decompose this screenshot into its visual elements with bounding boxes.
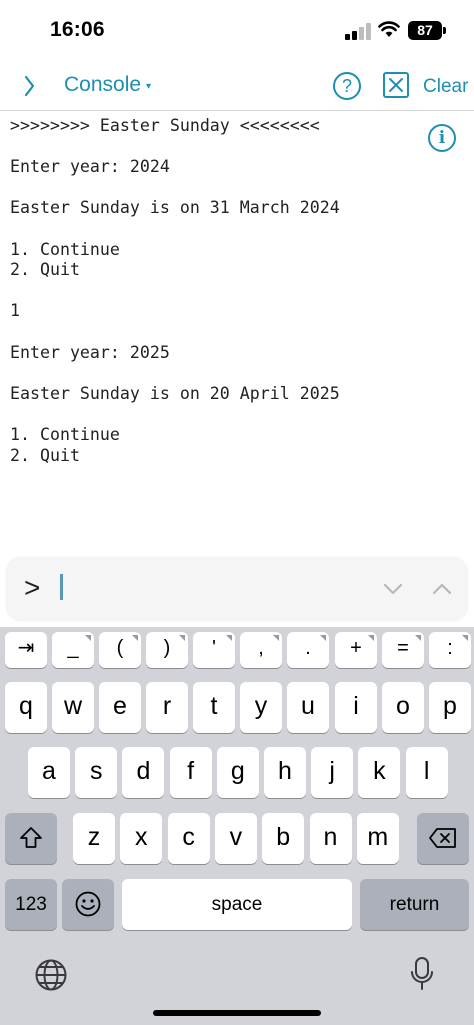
key-d[interactable]: d [122,747,165,798]
key-r[interactable]: r [146,682,188,733]
console-line: Easter Sunday is on 31 March 2024 [10,198,340,218]
key-l[interactable]: l [405,747,448,798]
console-line: >>>>>>>> Easter Sunday <<<<<<<< [10,116,320,135]
key-o[interactable]: o [382,682,424,733]
symbol-key[interactable]: ' [193,632,235,668]
shift-icon [20,827,42,848]
text-cursor [60,574,63,600]
console-line: Enter year: 2025 [10,342,170,362]
console-line: 1. Continue [10,239,120,259]
symbol-key[interactable]: ⇥ [5,632,47,668]
nav-bar: Console ▾ ? Clear [0,62,474,111]
console-line: 2. Quit [10,260,80,280]
key-f[interactable]: f [169,747,212,798]
key-k[interactable]: k [358,747,401,798]
key-y[interactable]: y [240,682,282,733]
shift-key[interactable] [5,813,57,864]
console-output: >>>>>>>> Easter Sunday <<<<<<<< Enter yea… [10,116,430,466]
console-line: 1 [10,301,20,321]
key-n[interactable]: n [309,813,352,864]
key-q[interactable]: q [5,682,47,733]
prompt-symbol: > [24,572,41,603]
key-i[interactable]: i [335,682,377,733]
key-a[interactable]: a [28,747,70,798]
chevron-right-icon[interactable] [20,72,38,100]
backspace-icon [429,828,456,848]
emoji-key[interactable] [62,879,114,930]
symbol-key[interactable]: = [382,632,424,668]
numbers-key[interactable]: 123 [5,879,57,930]
key-h[interactable]: h [264,747,306,798]
command-input-bar[interactable]: > [7,558,467,620]
wifi-icon [378,21,400,37]
cellular-signal-icon [345,22,373,40]
key-j[interactable]: j [311,747,354,798]
key-e[interactable]: e [99,682,141,733]
info-icon[interactable]: i [428,124,456,152]
console-line: Easter Sunday is on 20 April 2025 [10,383,340,403]
clear-button[interactable]: Clear [423,76,468,98]
key-x[interactable]: x [120,813,163,864]
console-line: 2. Quit [10,445,80,465]
emoji-icon [75,891,101,917]
key-g[interactable]: g [216,747,259,798]
console-line: 1. Continue [10,424,120,444]
console-menu-title[interactable]: Console [64,73,141,97]
caret-down-icon[interactable]: ▾ [146,81,151,92]
key-u[interactable]: u [287,682,329,733]
home-indicator [153,1010,321,1016]
chevron-up-icon[interactable] [432,582,452,596]
space-key[interactable]: space [122,879,352,930]
key-v[interactable]: v [214,813,257,864]
key-z[interactable]: z [73,813,115,864]
symbol-key[interactable]: _ [52,632,94,668]
key-s[interactable]: s [75,747,118,798]
status-bar: 16:06 87 [0,0,474,62]
battery-tip [443,27,446,34]
symbol-key[interactable]: , [240,632,282,668]
key-c[interactable]: c [167,813,210,864]
key-p[interactable]: p [429,682,471,733]
symbol-key[interactable]: . [287,632,329,668]
chevron-down-icon[interactable] [383,582,403,596]
backspace-key[interactable] [417,813,469,864]
console-line: Enter year: 2024 [10,157,170,177]
key-t[interactable]: t [193,682,235,733]
symbol-key[interactable]: : [429,632,471,668]
globe-icon[interactable] [34,958,68,992]
key-w[interactable]: w [52,682,94,733]
symbol-key[interactable]: ) [146,632,188,668]
help-button[interactable]: ? [333,72,361,100]
battery-icon: 87 [408,21,442,40]
microphone-icon[interactable] [410,956,434,992]
symbol-key[interactable]: ( [99,632,141,668]
close-icon[interactable] [383,72,409,98]
status-time: 16:06 [50,18,105,41]
symbol-key[interactable]: + [335,632,377,668]
key-b[interactable]: b [262,813,305,864]
return-key[interactable]: return [360,879,469,930]
key-m[interactable]: m [356,813,399,864]
